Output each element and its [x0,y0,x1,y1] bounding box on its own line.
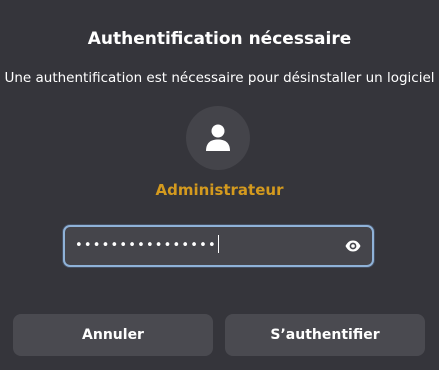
password-value[interactable]: •••••••••••••••• [75,227,220,265]
dialog-title: Authentification nécessaire [87,29,352,49]
text-caret [217,235,220,253]
user-name: Administrateur [155,181,284,199]
eye-icon[interactable] [344,237,362,255]
authenticate-button[interactable]: S’authentifier [225,314,425,356]
avatar [186,106,250,170]
authentication-dialog: Authentification nécessaire Une authenti… [0,0,439,370]
password-masked-text: •••••••••••••••• [75,238,217,253]
cancel-button[interactable]: Annuler [13,314,213,356]
dialog-message: Une authentification est nécessaire pour… [4,70,435,86]
password-field[interactable]: •••••••••••••••• [63,225,374,267]
user-icon [206,124,230,151]
